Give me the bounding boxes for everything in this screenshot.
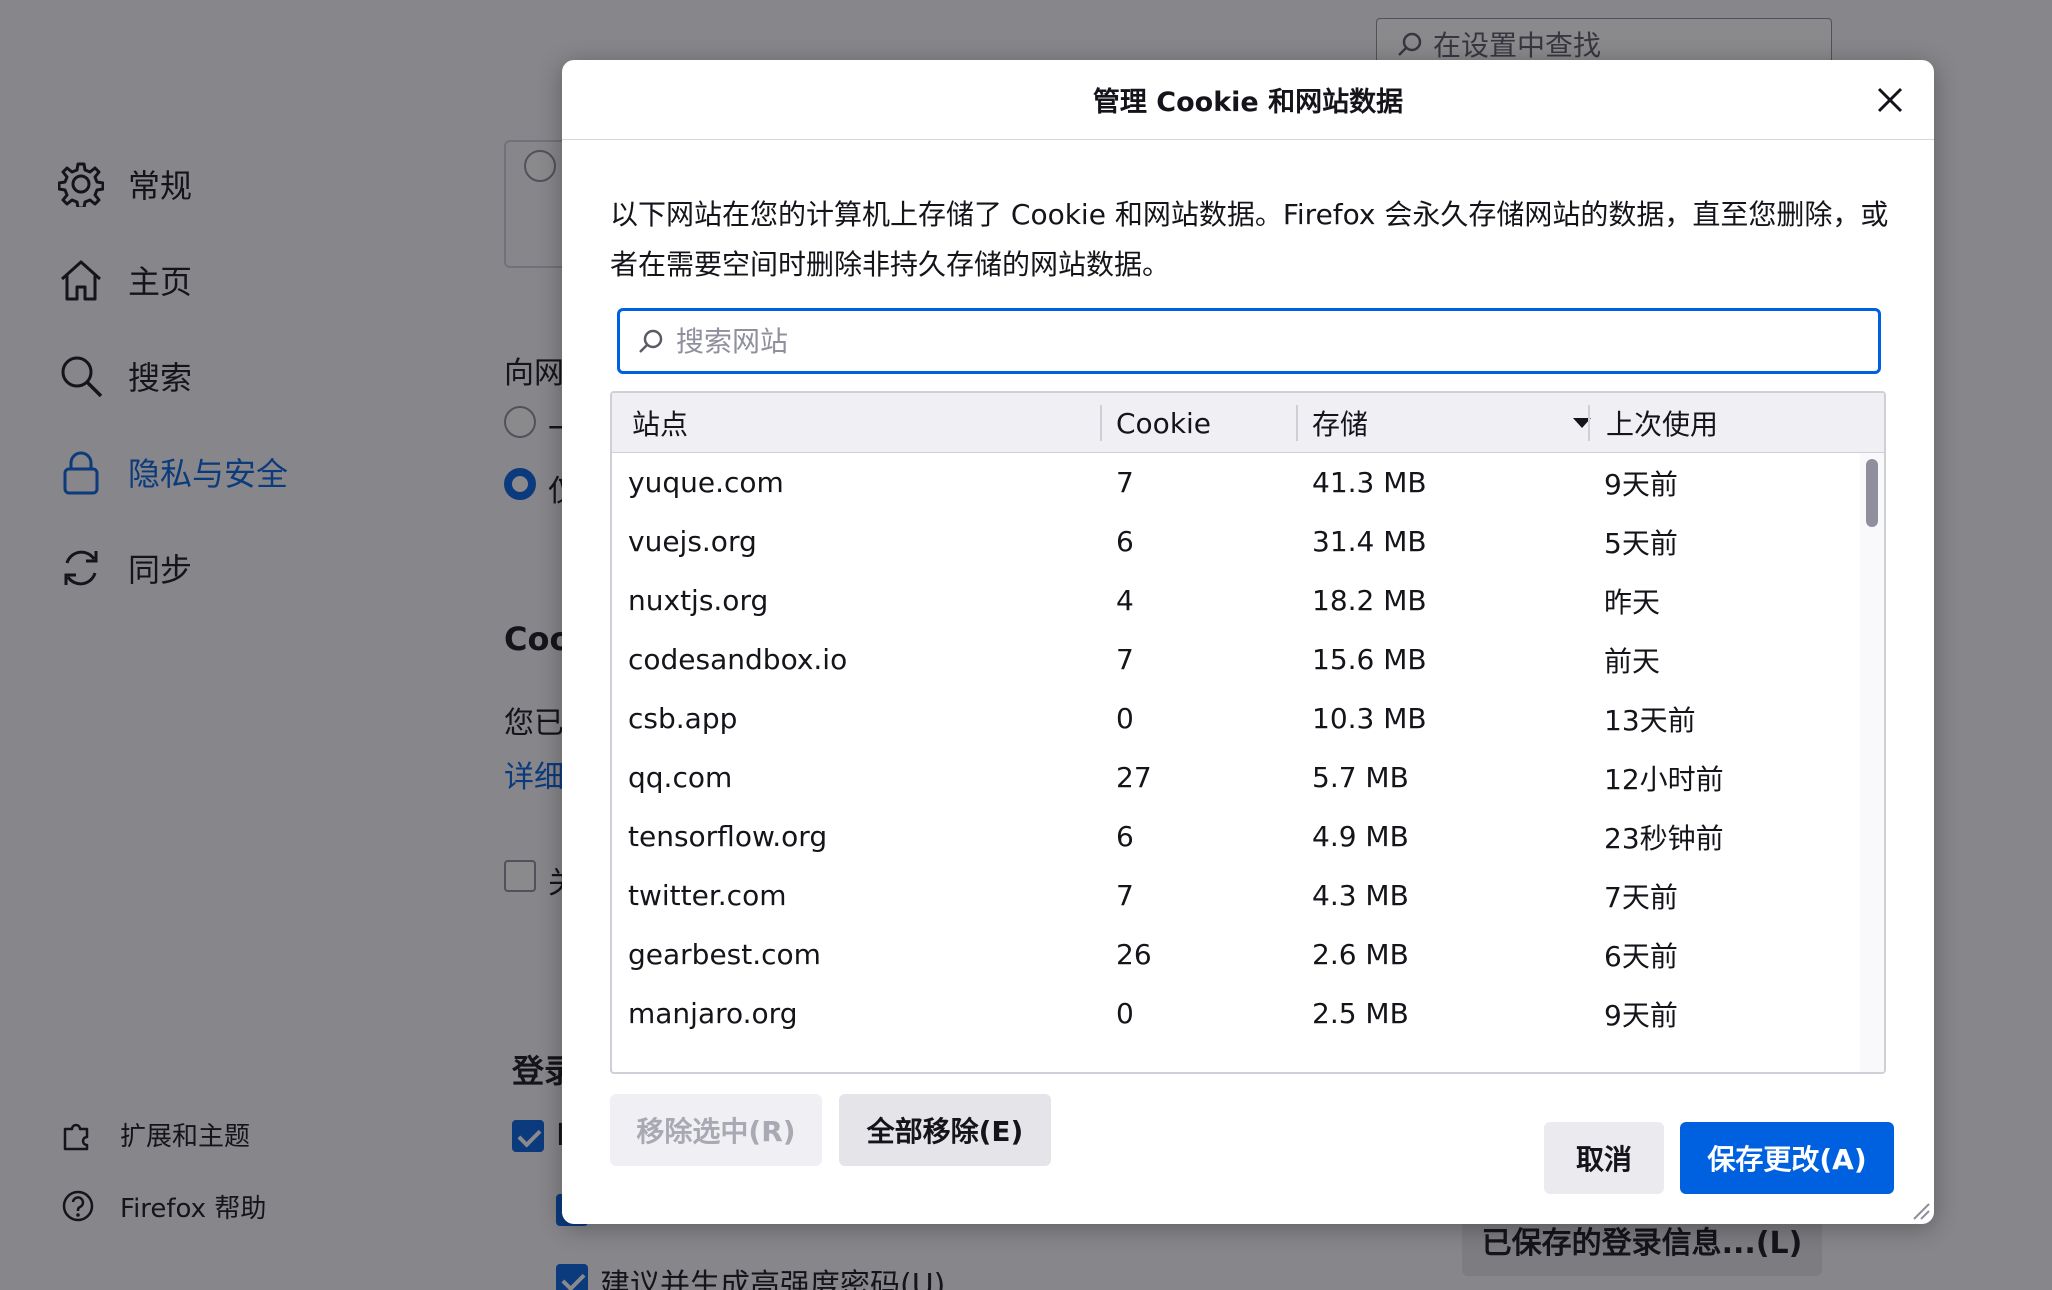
cell-last-used: 13天前 xyxy=(1604,703,1696,737)
cell-site: twitter.com xyxy=(628,879,787,912)
cell-last-used: 昨天 xyxy=(1604,585,1661,619)
resize-grip-icon[interactable] xyxy=(1910,1200,1930,1220)
cell-site: vuejs.org xyxy=(628,525,757,558)
cell-storage: 5.7 MB xyxy=(1312,761,1409,794)
search-icon xyxy=(639,329,663,353)
cell-last-used: 23秒钟前 xyxy=(1604,821,1724,855)
cell-last-used: 9天前 xyxy=(1604,998,1678,1032)
column-header-cookie[interactable]: Cookie xyxy=(1116,393,1211,453)
cell-site: nuxtjs.org xyxy=(628,584,769,617)
column-separator[interactable] xyxy=(1100,405,1102,441)
cell-cookie: 7 xyxy=(1116,643,1134,676)
cell-storage: 10.3 MB xyxy=(1312,702,1427,735)
cell-site: codesandbox.io xyxy=(628,643,848,676)
cell-site: tensorflow.org xyxy=(628,820,828,853)
cell-cookie: 7 xyxy=(1116,466,1134,499)
cell-cookie: 4 xyxy=(1116,584,1134,617)
dialog-header: 管理 Cookie 和网站数据 xyxy=(562,60,1934,140)
column-header-last-used[interactable]: 上次使用 xyxy=(1606,393,1718,453)
cell-site: manjaro.org xyxy=(628,997,798,1030)
table-row[interactable]: qq.com 27 5.7 MB 12小时前 xyxy=(612,748,1862,807)
save-changes-button[interactable]: 保存更改(A) xyxy=(1680,1122,1894,1194)
scrollbar-thumb[interactable] xyxy=(1866,459,1878,527)
cell-cookie: 0 xyxy=(1116,997,1134,1030)
site-search-box[interactable] xyxy=(617,308,1881,374)
remove-all-button[interactable]: 全部移除(E) xyxy=(839,1094,1051,1166)
cell-site: csb.app xyxy=(628,702,738,735)
cell-site: qq.com xyxy=(628,761,733,794)
dialog-title: 管理 Cookie 和网站数据 xyxy=(1092,87,1404,118)
table-row[interactable]: csb.app 0 10.3 MB 13天前 xyxy=(612,689,1862,748)
cell-last-used: 6天前 xyxy=(1604,939,1678,973)
cell-storage: 2.6 MB xyxy=(1312,938,1409,971)
table-header: 站点 Cookie 存储 上次使用 xyxy=(612,393,1884,453)
column-separator[interactable] xyxy=(1296,405,1298,441)
cell-last-used: 5天前 xyxy=(1604,526,1678,560)
cell-storage: 4.3 MB xyxy=(1312,879,1409,912)
cell-last-used: 9天前 xyxy=(1604,467,1678,501)
column-header-storage-label: 存储 xyxy=(1312,408,1369,441)
table-row[interactable]: vuejs.org 6 31.4 MB 5天前 xyxy=(612,512,1862,571)
cell-storage: 4.9 MB xyxy=(1312,820,1409,853)
column-header-site[interactable]: 站点 xyxy=(632,393,688,453)
cell-last-used: 7天前 xyxy=(1604,880,1678,914)
cell-storage: 18.2 MB xyxy=(1312,584,1427,617)
cell-last-used: 前天 xyxy=(1604,644,1661,678)
cell-storage: 2.5 MB xyxy=(1312,997,1409,1030)
close-icon xyxy=(1877,87,1903,113)
table-row[interactable]: manjaro.org 0 2.5 MB 9天前 xyxy=(612,984,1862,1043)
cell-cookie: 7 xyxy=(1116,879,1134,912)
manage-cookies-dialog: 管理 Cookie 和网站数据 以下网站在您的计算机上存储了 Cookie 和网… xyxy=(562,60,1934,1224)
close-button[interactable] xyxy=(1868,78,1912,122)
table-row[interactable]: codesandbox.io 7 15.6 MB 前天 xyxy=(612,630,1862,689)
cell-last-used: 12小时前 xyxy=(1604,762,1724,796)
table-scrollbar[interactable] xyxy=(1860,453,1884,1072)
cell-cookie: 6 xyxy=(1116,820,1134,853)
column-header-storage[interactable]: 存储 xyxy=(1312,393,1600,453)
site-search-input[interactable] xyxy=(676,324,1826,358)
table-row[interactable]: gearbest.com 26 2.6 MB 6天前 xyxy=(612,925,1862,984)
cell-site: yuque.com xyxy=(628,466,784,499)
table-row[interactable]: twitter.com 7 4.3 MB 7天前 xyxy=(612,866,1862,925)
cell-cookie: 6 xyxy=(1116,525,1134,558)
cell-cookie: 27 xyxy=(1116,761,1152,794)
table-row[interactable]: yuque.com 7 41.3 MB 9天前 xyxy=(612,453,1862,512)
remove-selected-button[interactable]: 移除选中(R) xyxy=(610,1094,822,1166)
cancel-button[interactable]: 取消 xyxy=(1544,1122,1664,1194)
column-separator[interactable] xyxy=(1588,405,1590,441)
cell-site: gearbest.com xyxy=(628,938,821,971)
cell-storage: 31.4 MB xyxy=(1312,525,1427,558)
table-body: manjaro.org 0 2.5 MB 9天前 gearbest.com 26 2.6 M… xyxy=(612,453,1884,1072)
cell-cookie: 0 xyxy=(1116,702,1134,735)
table-row[interactable]: tensorflow.org 6 4.9 MB 23秒钟前 xyxy=(612,807,1862,866)
cell-cookie: 26 xyxy=(1116,938,1152,971)
sites-table: 站点 Cookie 存储 上次使用 manjaro.org 0 2.5 MB 9天前 g… xyxy=(610,391,1886,1074)
table-row[interactable]: nuxtjs.org 4 18.2 MB 昨天 xyxy=(612,571,1862,630)
cell-storage: 15.6 MB xyxy=(1312,643,1427,676)
cell-storage: 41.3 MB xyxy=(1312,466,1427,499)
dialog-description: 以下网站在您的计算机上存储了 Cookie 和网站数据。Firefox 会永久存… xyxy=(610,198,1889,281)
